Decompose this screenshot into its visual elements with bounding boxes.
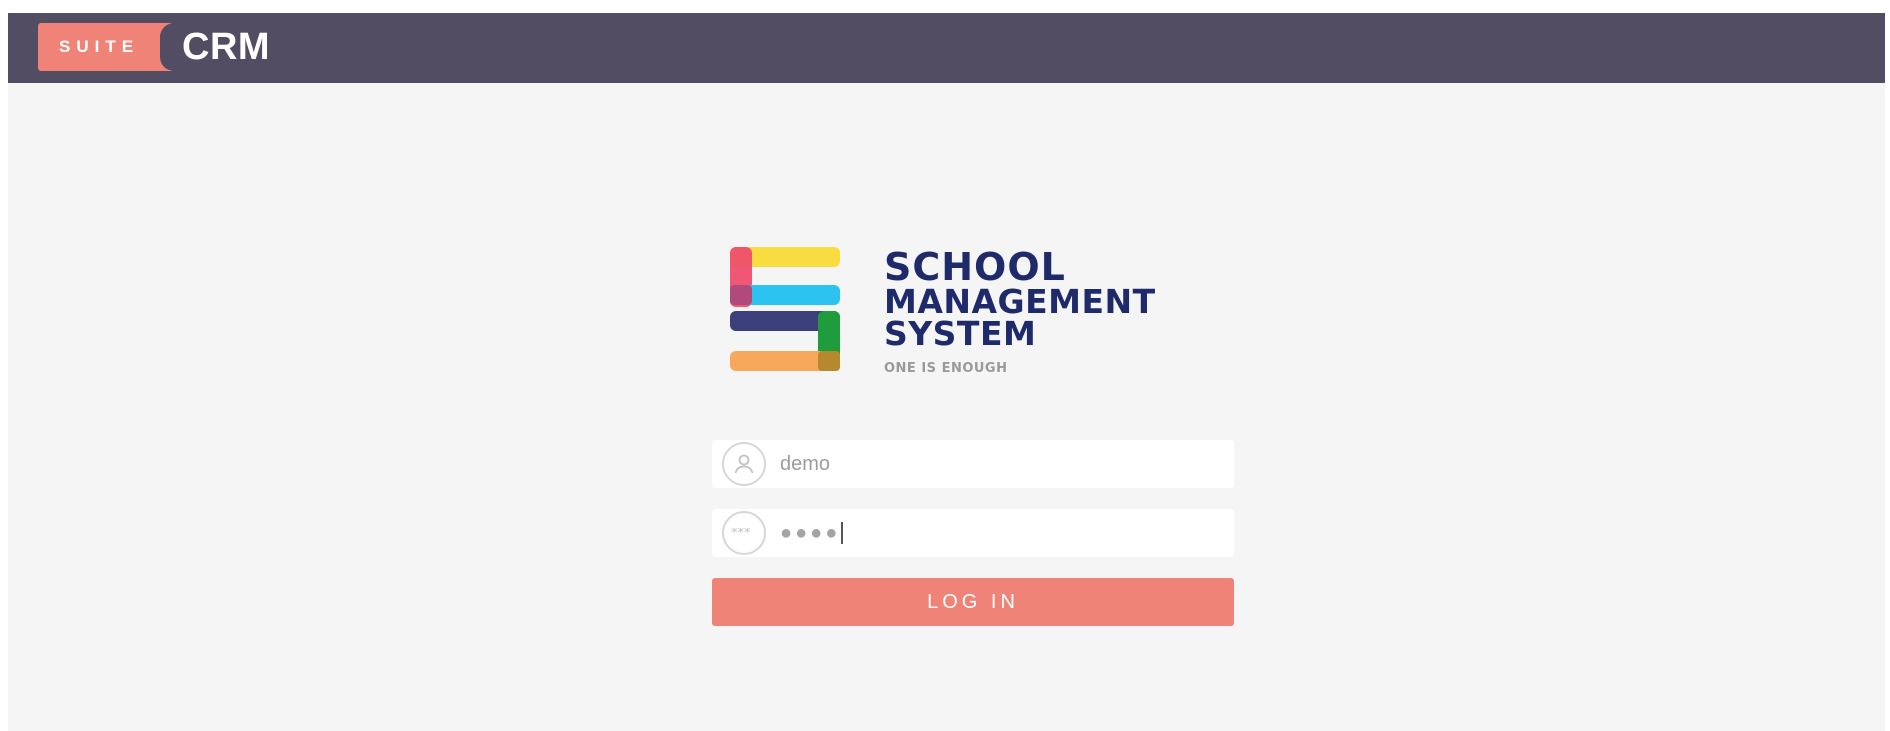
password-field[interactable]: *** ●●●● xyxy=(712,509,1234,557)
username-field[interactable] xyxy=(712,440,1234,488)
user-icon xyxy=(722,442,766,486)
password-icon: *** xyxy=(722,511,766,555)
text-cursor xyxy=(841,522,844,544)
brand-suite-label: SUITE xyxy=(38,23,174,71)
school-logo-text: SCHOOL MANAGEMENT SYSTEM ONE IS ENOUGH xyxy=(884,245,1156,376)
svg-text:***: *** xyxy=(731,528,751,538)
password-masked-value: ●●●● xyxy=(780,522,841,544)
brand-crm-label: CRM xyxy=(182,26,271,68)
login-button[interactable]: LOG IN xyxy=(712,578,1234,626)
suitecrm-logo[interactable]: SUITE CRM xyxy=(38,23,270,71)
school-logo-mark-icon xyxy=(730,247,840,371)
password-input[interactable]: ●●●● xyxy=(780,510,844,556)
logo-line-school: SCHOOL xyxy=(884,245,1066,289)
logo-tagline: ONE IS ENOUGH xyxy=(884,361,1008,376)
logo-line-system: SYSTEM xyxy=(884,314,1037,353)
username-input[interactable] xyxy=(780,441,1220,487)
login-page: SUITE CRM SCHOOL MANAGEMENT SYSTEM ONE I… xyxy=(8,13,1885,731)
top-bar: SUITE CRM xyxy=(8,13,1885,83)
school-management-logo: SCHOOL MANAGEMENT SYSTEM ONE IS ENOUGH xyxy=(730,247,1230,377)
